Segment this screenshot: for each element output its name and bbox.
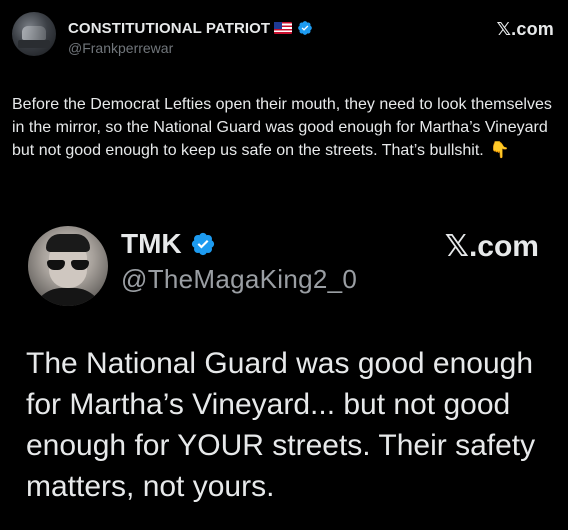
post-screenshot: CONSTITUTIONAL PATRIOT @Frankperrewar 𝕏.… [0,0,568,530]
embedded-post-text: The National Guard was good enough for M… [26,347,536,503]
embedded-author-name-row: TMK [121,228,216,260]
embedded-author-handle: @TheMagaKing2_0 [121,264,358,294]
embedded-x-com-watermark: 𝕏.com [444,230,539,263]
pointing-down-icon: 👇 [489,142,510,159]
embedded-author-avatar [28,226,108,306]
verified-badge-icon [298,21,313,35]
embedded-author-display-name: TMK [121,228,182,259]
author-display-name[interactable]: CONSTITUTIONAL PATRIOT [68,20,270,37]
author-name-row: CONSTITUTIONAL PATRIOT [68,18,313,38]
post-body-text: Before the Democrat Lefties open their m… [12,96,552,159]
verified-badge-icon [191,232,214,256]
embedded-post-image[interactable]: TMK @TheMagaKing2_0 𝕏.com The National G… [0,210,568,530]
x-com-watermark: 𝕏.com [496,19,554,39]
author-handle[interactable]: @Frankperrewar [68,40,173,56]
us-flag-icon [274,22,293,34]
author-avatar[interactable] [12,12,56,56]
post-text: Before the Democrat Lefties open their m… [12,93,558,162]
